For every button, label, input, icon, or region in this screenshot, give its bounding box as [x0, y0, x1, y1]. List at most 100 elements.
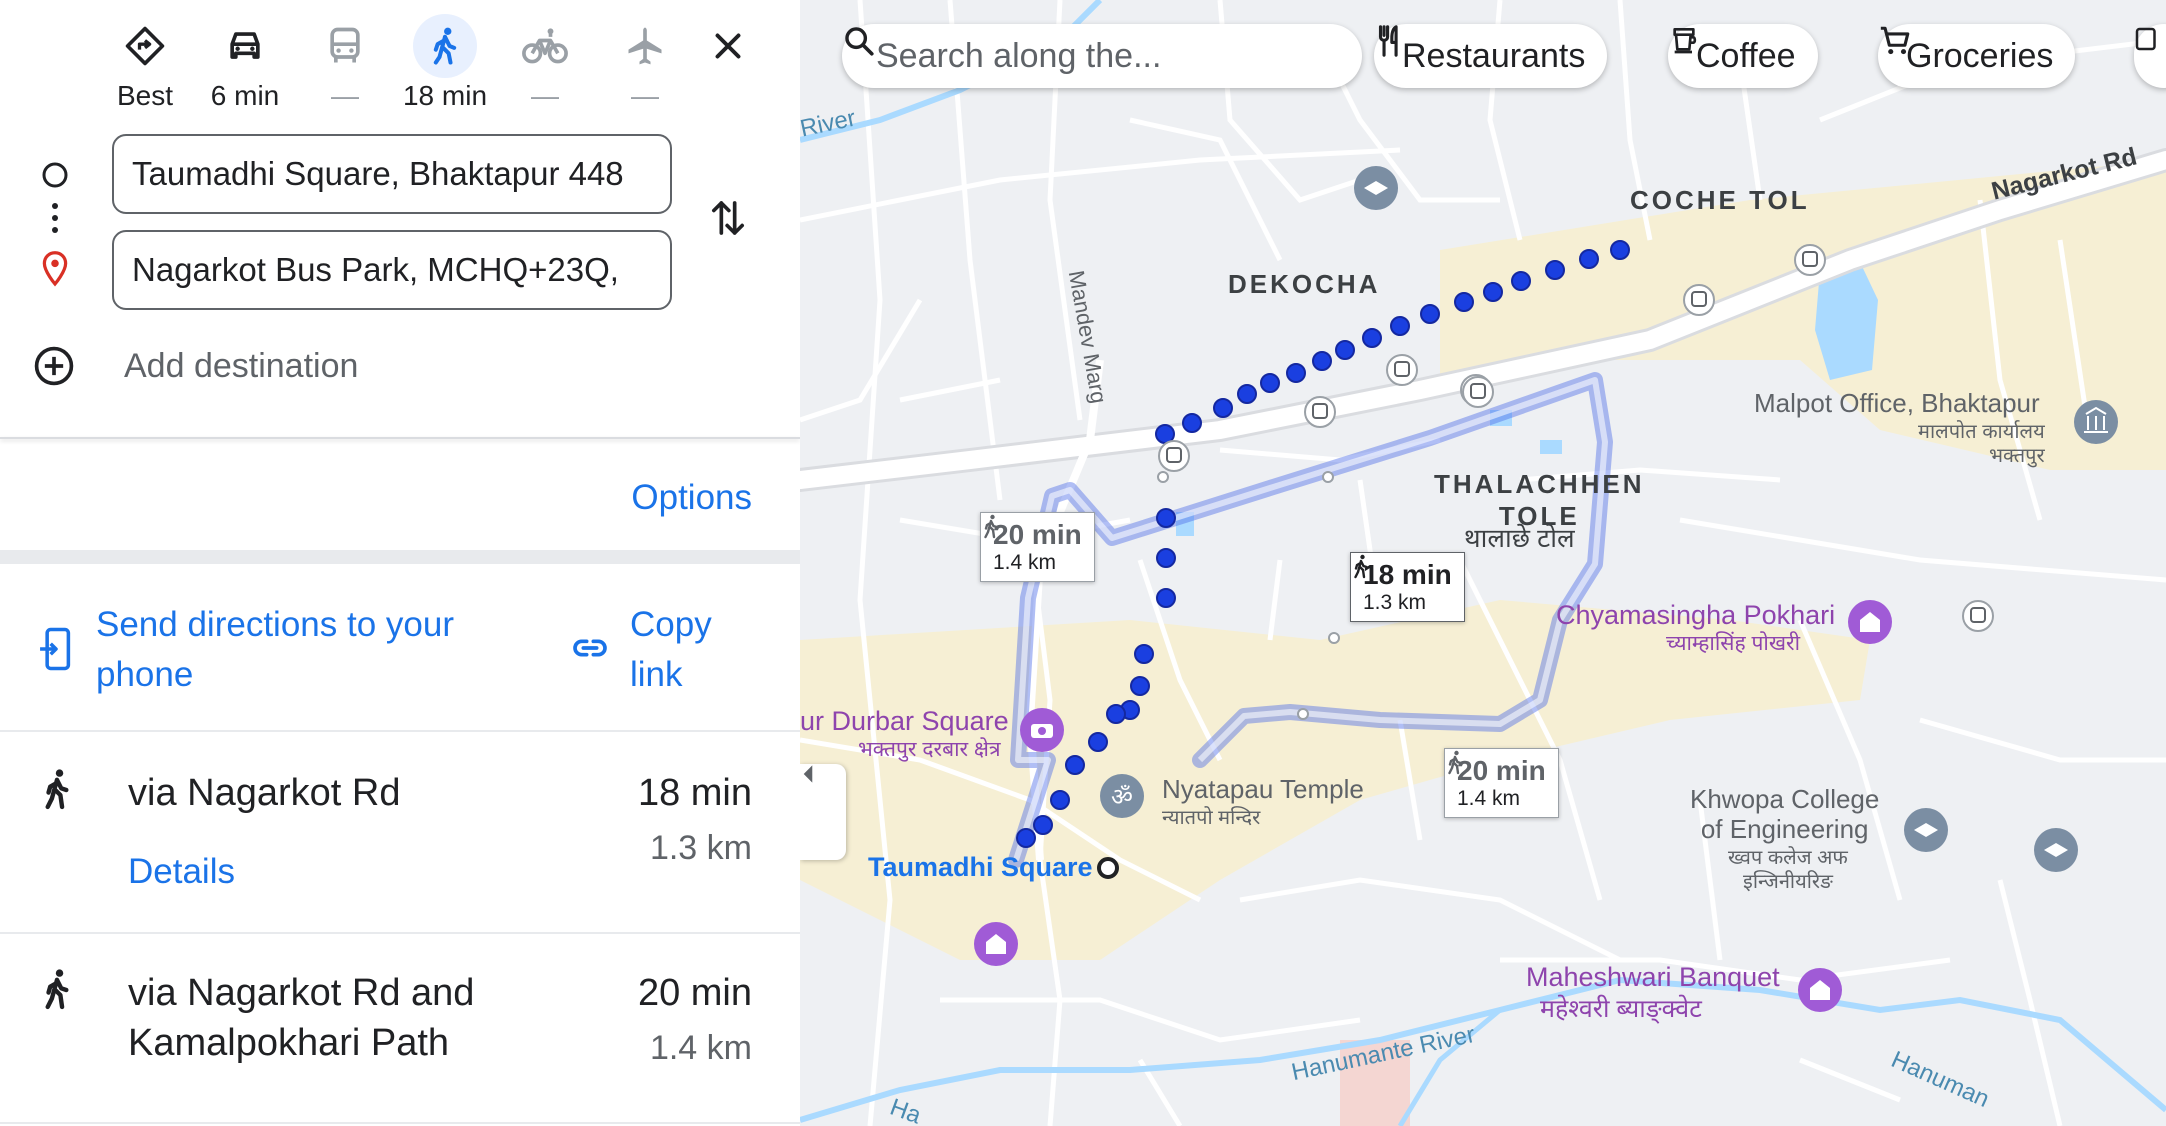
travel-mode-label: 6 min	[210, 80, 280, 111]
destination-input[interactable]: Nagarkot Bus Park, MCHQ+23Q,	[112, 230, 672, 310]
callout-distance: 1.3 km	[1363, 591, 1427, 614]
route-callout-alt-1[interactable]: 20 min 1.4 km	[980, 512, 1095, 582]
route-option[interactable]: via Nagarkot Rd and Kamalpokhari Path 20…	[0, 968, 800, 1098]
area-label-thalachhen-devanagari: थालाछे टोल	[1464, 523, 1575, 553]
chip-coffee[interactable]: Coffee	[1668, 24, 1818, 88]
place-label-khwopa[interactable]: Khwopa College of Engineering	[1690, 784, 1879, 844]
place-label-khwopa-devanagari: ख्वप कलेज अफ इन्जिनीयरिङ	[1728, 847, 1848, 893]
chip-label: Groceries	[1906, 36, 2054, 75]
place-label-durbar-devanagari: भक्तपुर दरबार क्षेत्र	[858, 738, 1001, 761]
close-icon	[715, 33, 741, 59]
directions-panel: Best 6 min — 18 min — — Taumadhi Square,…	[0, 0, 800, 1126]
walk-icon	[984, 514, 998, 539]
place-label-malpot-devanagari: मालपोत कार्यालय भक्तपुर	[1918, 421, 2045, 467]
route-via-label: via Nagarkot Rd and Kamalpokhari Path	[128, 972, 475, 1064]
send-directions-link[interactable]: Send directions to your phone	[96, 600, 516, 700]
route-details-button[interactable]: Details	[128, 852, 235, 892]
divider	[0, 932, 800, 934]
route-option[interactable]: via Nagarkot Rd 18 min 1.3 km Details	[0, 768, 800, 928]
map-canvas[interactable]: ॐ COCHE TOL DEKOCHA THALACHHEN TOLE थाला…	[800, 0, 2166, 1126]
travel-mode-walking[interactable]: 18 min	[400, 14, 490, 114]
origin-input[interactable]: Taumadhi Square, Bhaktapur 448	[112, 134, 672, 214]
travel-mode-transit[interactable]: —	[300, 14, 390, 114]
link-icon	[573, 639, 607, 657]
pond	[1540, 440, 1562, 454]
more-chip-icon	[2135, 27, 2156, 51]
temple-icon: ॐ	[1100, 774, 1144, 818]
travel-mode-driving[interactable]: 6 min	[200, 14, 290, 114]
route-distance: 1.3 km	[649, 829, 752, 867]
place-label-maheshwari[interactable]: Maheshwari Banquet	[1526, 962, 1780, 992]
callout-distance: 1.4 km	[1457, 787, 1521, 810]
airplane-icon	[613, 14, 677, 78]
add-circle-icon	[34, 346, 74, 386]
close-directions-button[interactable]	[700, 18, 756, 74]
divider	[0, 1122, 800, 1124]
callout-time: 20 min	[1457, 755, 1546, 786]
swap-locations-button[interactable]	[700, 190, 756, 246]
travel-mode-best[interactable]: Best	[100, 14, 190, 114]
place-label-taumadhi[interactable]: Taumadhi Square	[868, 852, 1093, 882]
place-label-nyatapau-devanagari: न्यातपो मन्दिर	[1162, 807, 1261, 829]
section-divider	[0, 550, 800, 564]
divider	[0, 730, 800, 732]
coffee-icon	[1673, 28, 1697, 54]
share-row: Send directions to your phone Copy link	[0, 590, 800, 730]
chip-groceries[interactable]: Groceries	[1878, 24, 2076, 88]
add-destination-button[interactable]: Add destination	[32, 340, 358, 392]
bicycle-icon	[513, 14, 577, 78]
chevron-left-icon	[803, 765, 813, 783]
walk-icon	[45, 969, 69, 1010]
add-destination-label: Add destination	[124, 346, 359, 385]
shopping-cart-icon	[1880, 26, 1910, 55]
place-label-chyamasingha[interactable]: Chyamasingha Pokhari	[1556, 600, 1835, 630]
chip-restaurants[interactable]: Restaurants	[1374, 24, 1608, 88]
place-label-maheshwari-devanagari: महेश्वरी ब्याङ्क्वेट	[1540, 995, 1702, 1023]
route-distance: 1.4 km	[649, 1029, 752, 1067]
travel-mode-bar: Best 6 min — 18 min — —	[0, 0, 800, 120]
search-along-route-input[interactable]: Search along the...	[842, 24, 1362, 88]
route-duration: 18 min	[637, 772, 752, 814]
walk-icon	[45, 769, 69, 810]
travel-mode-flights[interactable]: —	[600, 14, 690, 114]
callout-time: 18 min	[1363, 559, 1452, 590]
divider	[0, 437, 800, 439]
place-label-nyatapau[interactable]: Nyatapau Temple	[1162, 774, 1364, 804]
chip-label: Coffee	[1696, 36, 1796, 75]
walk-icon	[1448, 750, 1462, 775]
swap-icon	[712, 201, 744, 235]
search-icon	[845, 27, 874, 56]
route-dots-icon	[52, 203, 58, 233]
travel-mode-label: Best	[116, 80, 174, 111]
place-label-malpot[interactable]: Malpot Office, Bhaktapur	[1754, 388, 2040, 418]
copy-link-button[interactable]: Copy link	[630, 600, 750, 700]
callout-distance: 1.4 km	[993, 551, 1057, 574]
area-label-coche-tol: COCHE TOL	[1630, 185, 1810, 215]
car-icon	[213, 14, 277, 78]
route-callout-alt-2[interactable]: 20 min 1.4 km	[1444, 748, 1559, 818]
route-via-label: via Nagarkot Rd	[128, 772, 401, 814]
route-duration: 20 min	[637, 972, 752, 1014]
destination-pin-icon	[42, 251, 68, 287]
travel-mode-label: 18 min	[402, 80, 488, 111]
restaurant-icon	[1378, 25, 1398, 57]
collapse-panel-button[interactable]	[800, 764, 846, 860]
route-callout-selected[interactable]: 18 min 1.3 km	[1350, 552, 1465, 622]
place-label-chyamasingha-devanagari: च्याम्हासिंह पोखरी	[1666, 632, 1801, 655]
walk-icon	[1354, 554, 1368, 579]
area-label-dekocha: DEKOCHA	[1228, 269, 1381, 299]
origin-marker[interactable]	[1097, 857, 1119, 879]
search-placeholder: Search along the...	[876, 36, 1162, 75]
options-button[interactable]: Options	[631, 478, 752, 518]
travel-mode-label: —	[531, 80, 559, 111]
travel-mode-label: —	[631, 80, 659, 111]
directions-icon	[113, 14, 177, 78]
walk-icon	[413, 14, 477, 78]
send-to-phone-icon	[40, 627, 71, 671]
travel-mode-cycling[interactable]: —	[500, 14, 590, 114]
origin-circle-icon	[42, 162, 68, 188]
callout-time: 20 min	[993, 519, 1082, 550]
place-label-durbar-square[interactable]: ur Durbar Square	[800, 706, 1009, 736]
chip-label: Restaurants	[1402, 36, 1586, 75]
svg-text:ॐ: ॐ	[1111, 783, 1133, 811]
